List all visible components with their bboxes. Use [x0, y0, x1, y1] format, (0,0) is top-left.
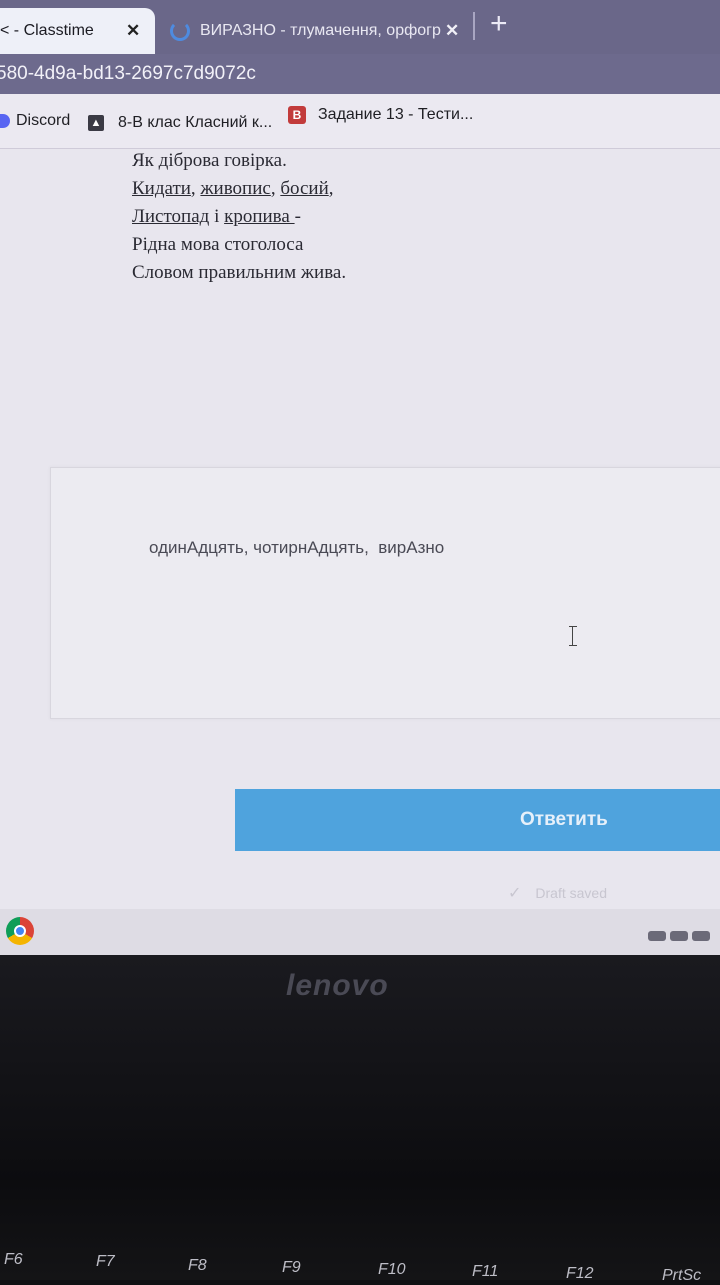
close-icon[interactable]: ✕	[445, 21, 459, 41]
browser-screen: < - Classtime ✕ ВИРАЗНО - тлумачення, ор…	[0, 0, 720, 955]
key-f11: F11	[472, 1263, 499, 1280]
key-f9: F9	[282, 1259, 301, 1276]
tray-icon[interactable]	[670, 931, 688, 941]
key-f10: F10	[378, 1261, 406, 1278]
site-icon: В	[288, 106, 306, 124]
tray-icon[interactable]	[648, 931, 666, 941]
tab-separator	[473, 12, 475, 40]
laptop-bezel: lenovo F6 F7 F8 F9 F10 F11 F12 PrtSc	[0, 955, 720, 1284]
bookmark-label: Задание 13 - Тести...	[318, 106, 474, 123]
poem-line: Словом правильним жива.	[132, 262, 347, 283]
page-content: Як діброва говірка. Кидати, живопис, бос…	[0, 149, 720, 909]
bookmark-class[interactable]: ▲ 8-В клас Класний к...	[88, 114, 272, 132]
function-keys: F6 F7 F8 F9 F10 F11 F12 PrtSc	[0, 1251, 720, 1284]
tab-vyrazno[interactable]: ВИРАЗНО - тлумачення, орфогр ✕	[158, 8, 470, 54]
close-icon[interactable]: ✕	[126, 21, 140, 41]
tab-title: ВИРАЗНО - тлумачення, орфогр	[200, 22, 441, 39]
check-icon: ✓	[508, 885, 522, 902]
poem-line: Листопад і кропива -	[132, 206, 301, 227]
submit-button[interactable]: Ответить	[235, 789, 720, 851]
person-icon: ▲	[88, 115, 104, 131]
draft-status: ✓ Draft saved	[508, 883, 607, 903]
key-f6: F6	[4, 1251, 23, 1268]
address-bar[interactable]: 580-4d9a-bd13-2697c7d9072c	[0, 54, 720, 94]
tab-title: < - Classtime	[0, 22, 94, 39]
loading-icon	[170, 21, 190, 41]
bookmark-label: 8-В клас Класний к...	[118, 114, 273, 131]
key-f8: F8	[188, 1257, 207, 1274]
key-f7: F7	[96, 1253, 115, 1270]
poem-text: Як діброва говірка. Кидати, живопис, бос…	[132, 147, 346, 287]
new-tab-button[interactable]: +	[490, 6, 508, 42]
bookmark-discord[interactable]: Discord	[0, 112, 70, 130]
brand-logo: lenovo	[286, 969, 389, 1002]
bookmark-label: Discord	[16, 112, 71, 129]
poem-line: Рідна мова стоголоса	[132, 234, 304, 255]
bookmarks-bar: Discord ▲ 8-В клас Класний к... В Задани…	[0, 94, 720, 149]
taskbar	[0, 909, 720, 955]
key-f12: F12	[566, 1265, 594, 1282]
answer-input[interactable]: одинАдцять, чотирнАдцять, вирАзно	[50, 467, 720, 719]
url-text: 580-4d9a-bd13-2697c7d9072c	[0, 63, 256, 84]
bookmark-test[interactable]: В Задание 13 - Тести...	[288, 106, 473, 124]
key-prtsc: PrtSc	[662, 1267, 702, 1284]
discord-icon	[0, 114, 10, 128]
text-cursor-icon	[569, 626, 577, 646]
tab-strip: < - Classtime ✕ ВИРАЗНО - тлумачення, ор…	[0, 0, 720, 54]
system-tray	[648, 931, 710, 941]
tab-classtime[interactable]: < - Classtime ✕	[0, 8, 155, 54]
chrome-icon[interactable]	[6, 917, 34, 945]
tray-icon[interactable]	[692, 931, 710, 941]
draft-label: Draft saved	[535, 885, 607, 901]
poem-line: Кидати, живопис, босий,	[132, 178, 334, 199]
poem-line: Як діброва говірка.	[132, 150, 287, 171]
answer-value: одинАдцять, чотирнАдцять, вирАзно	[149, 538, 445, 557]
